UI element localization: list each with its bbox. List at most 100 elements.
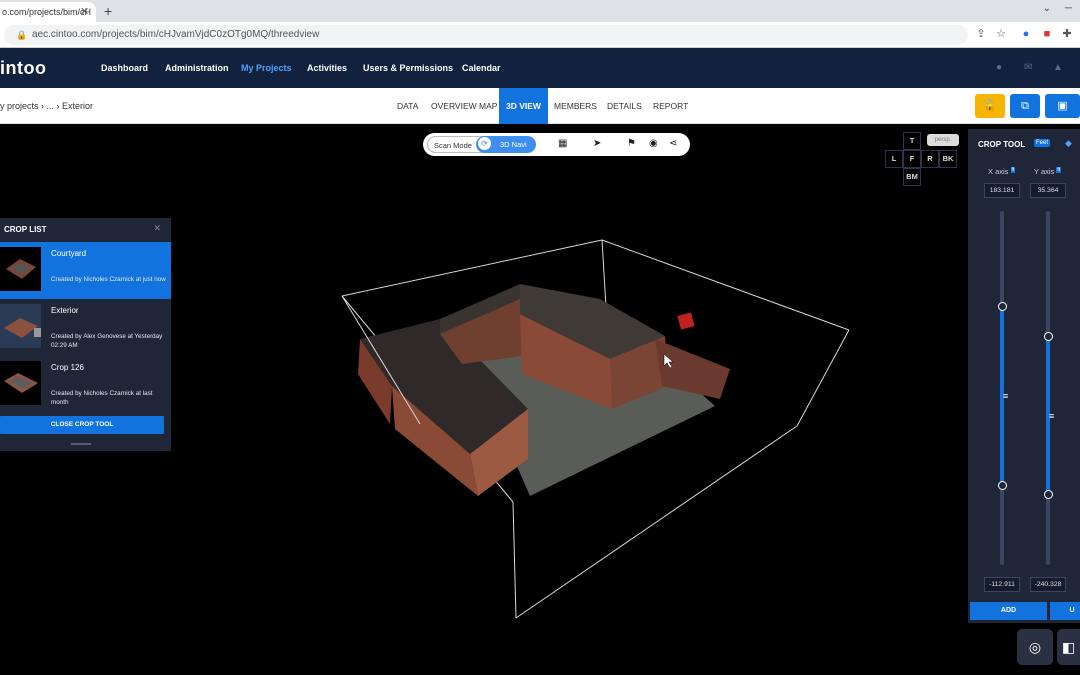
y-axis-min-handle[interactable] (1043, 490, 1053, 499)
crop-list-panel: CROP LIST ✕ Courtyard Created by Nichole… (0, 218, 171, 451)
mode-toggle[interactable]: Scan Mode ⟳ 3D Navi (427, 136, 536, 153)
breadcrumb[interactable]: y projects › ... › Exterior (0, 101, 93, 111)
app-logo[interactable]: intoo (0, 58, 46, 79)
measure-tool-button[interactable]: ◎ (1017, 629, 1053, 665)
add-button[interactable]: ADD (970, 602, 1047, 620)
scan-mode-label[interactable]: Scan Mode (434, 141, 472, 150)
crop-thumbnail (0, 304, 41, 348)
crop-handle-cube[interactable] (677, 312, 695, 330)
view-bottom-button[interactable]: BM (903, 168, 921, 186)
crop-list-item[interactable]: Exterior Created by Alex Genovese at Yes… (0, 299, 171, 356)
nav-activities[interactable]: Activities (307, 63, 347, 73)
crop-created: Created by Alex Genovese at Yesterday 02… (51, 333, 163, 349)
x-axis-min-field[interactable]: -112.911 (984, 577, 1020, 592)
x-axis-label-text: X axis (988, 167, 1009, 176)
y-axis-range-grip[interactable]: ≡ (1049, 411, 1054, 421)
view-right-button[interactable]: R (921, 150, 939, 168)
x-axis-min-handle[interactable] (997, 481, 1007, 490)
info-icon[interactable]: ● (996, 62, 1002, 73)
lock-icon: 🔒 (16, 30, 28, 40)
split-view-button[interactable]: ◧ (1057, 629, 1080, 665)
tab-report[interactable]: REPORT (653, 88, 688, 124)
crop-thumbnail (0, 247, 41, 291)
secondary-button[interactable]: U (1050, 602, 1080, 620)
crop-name: Crop 126 (51, 363, 84, 372)
unit-badge[interactable]: Feet (1034, 139, 1051, 147)
cube-icon[interactable]: ◆ (1065, 138, 1072, 149)
share-icon[interactable]: ⋖ (669, 138, 677, 149)
x-axis-max-handle[interactable] (997, 302, 1007, 311)
nav-calendar[interactable]: Calendar (462, 63, 501, 73)
3d-viewer[interactable]: Scan Mode ⟳ 3D Navi ▦ ➤ ⚑ ◉ ⋖ T L F R BK… (0, 124, 1080, 675)
navi-icon: ⟳ (478, 137, 491, 150)
crop-list-item[interactable]: Courtyard Created by Nicholes Czarnick a… (0, 242, 171, 299)
url-text: aec.cintoo.com/projects/bim/cHJvamVjdC0z… (32, 29, 320, 40)
flag-icon[interactable]: ⚑ (627, 138, 636, 149)
3d-navi-button[interactable]: ⟳ 3D Navi (476, 136, 536, 153)
nav-administration[interactable]: Administration (165, 63, 229, 73)
nav-users-permissions[interactable]: Users & Permissions (363, 63, 453, 73)
close-icon[interactable]: ✕ (153, 223, 161, 234)
tab-title: o.com/projects/bim/cH (2, 7, 92, 17)
viewer-toolbar: Scan Mode ⟳ 3D Navi ▦ ➤ ⚑ ◉ ⋖ (423, 133, 690, 156)
grid-icon[interactable]: ▦ (558, 138, 567, 149)
y-axis-label: Y axis ft (1034, 167, 1062, 176)
y-axis-max-handle[interactable] (1043, 332, 1053, 341)
tab-members[interactable]: MEMBERS (554, 88, 597, 124)
y-axis-max-field[interactable]: 35.364 (1030, 183, 1066, 198)
nav-my-projects[interactable]: My Projects (241, 63, 292, 73)
view-back-button[interactable]: BK (939, 150, 957, 168)
mail-icon[interactable]: ✉ (1024, 62, 1032, 73)
y-axis-label-text: Y axis (1034, 167, 1055, 176)
address-bar: 🔒 aec.cintoo.com/projects/bim/cHJvamVjdC… (0, 22, 1080, 48)
tab-details[interactable]: DETAILS (607, 88, 642, 124)
panel-resize-grip[interactable] (71, 443, 91, 445)
project-subheader: y projects › ... › Exterior DATA OVERVIE… (0, 88, 1080, 124)
tab-data[interactable]: DATA (397, 88, 418, 124)
crop-thumbnail (0, 361, 41, 405)
window-controls[interactable]: ⌄ ─ (1043, 3, 1072, 14)
bookmark-star-icon[interactable]: ☆ (994, 27, 1008, 41)
crop-name: Courtyard (51, 249, 87, 258)
share-icon[interactable]: ⇪ (974, 27, 988, 41)
crop-list-item[interactable]: Crop 126 Created by Nicholes Czarnick at… (0, 356, 171, 413)
camera-icon[interactable]: ◉ (649, 138, 658, 149)
extension-red-icon[interactable]: ■ (1040, 27, 1054, 41)
view-top-button[interactable]: T (903, 132, 921, 150)
y-axis-unit: ft (1056, 167, 1062, 173)
y-axis-min-field[interactable]: -240.328 (1030, 577, 1066, 592)
crop-created: Created by Nicholes Czarnick at just now (51, 276, 166, 283)
view-left-button[interactable]: L (885, 150, 903, 168)
pointer-icon[interactable]: ➤ (593, 138, 601, 149)
browser-tab[interactable]: o.com/projects/bim/cH ✕ (0, 2, 96, 22)
nav-dashboard[interactable]: Dashboard (101, 63, 148, 73)
present-button[interactable]: ▣ (1045, 94, 1080, 118)
app-header: intoo Dashboard Administration My Projec… (0, 48, 1080, 88)
view-front-button[interactable]: F (903, 150, 921, 168)
tab-3d-view[interactable]: 3D VIEW (499, 88, 548, 124)
browser-tab-bar: o.com/projects/bim/cH ✕ + ⌄ ─ (0, 0, 1080, 22)
crop-tool-panel: CROP TOOL Feet ◆ X axis ft Y axis ft 183… (968, 129, 1080, 623)
new-tab-icon[interactable]: + (104, 3, 112, 19)
tab-overview-map[interactable]: OVERVIEW MAP (431, 88, 497, 124)
extension-icon[interactable]: ● (1019, 27, 1033, 41)
x-axis-range-grip[interactable]: ≡ (1003, 391, 1008, 401)
x-axis-max-field[interactable]: 183.181 (984, 183, 1020, 198)
crop-name: Exterior (51, 306, 79, 315)
compare-button[interactable]: ⧉ (1010, 94, 1040, 118)
x-axis-unit: ft (1010, 167, 1016, 173)
crop-tool-title: CROP TOOL (978, 140, 1026, 149)
bell-icon[interactable]: ▲ (1053, 62, 1063, 73)
3d-navi-label: 3D Navi (500, 140, 527, 149)
puzzle-icon[interactable]: ✚ (1060, 27, 1074, 41)
projection-toggle[interactable]: persp. (927, 134, 959, 146)
close-tab-icon[interactable]: ✕ (80, 5, 89, 18)
y-axis-slider-track[interactable] (1046, 211, 1050, 565)
x-axis-label: X axis ft (988, 167, 1016, 176)
crop-list-title: CROP LIST (4, 225, 47, 234)
url-field[interactable]: 🔒 aec.cintoo.com/projects/bim/cHJvamVjdC… (4, 25, 968, 45)
crop-created: Created by Nicholes Czarnick at last mon… (51, 390, 153, 406)
unlock-button[interactable]: 🔓 (975, 94, 1005, 118)
x-axis-slider-track[interactable] (1000, 211, 1004, 565)
close-crop-tool-button[interactable]: CLOSE CROP TOOL (0, 416, 164, 434)
